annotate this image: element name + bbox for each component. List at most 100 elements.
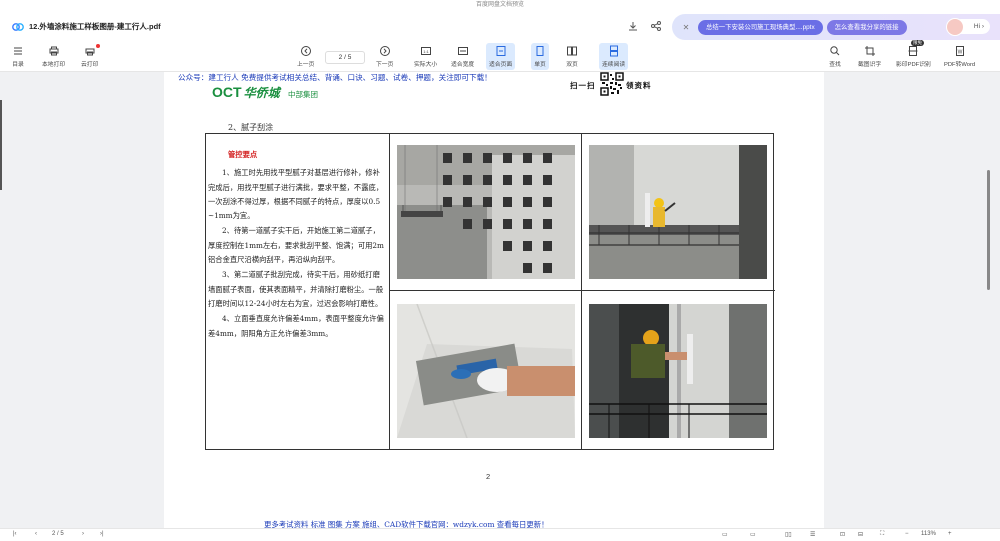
right-margin	[824, 72, 1000, 528]
download-icon[interactable]	[627, 20, 639, 32]
pdf-to-word-button[interactable]: W PDF转Word	[944, 45, 975, 68]
fullscreen-icon[interactable]: ⛶	[880, 531, 884, 538]
free-badge: 限免	[911, 40, 924, 46]
prev-page-label: 上一页	[297, 62, 315, 68]
fit-icon[interactable]: ⊡	[840, 531, 845, 538]
prev-page-button[interactable]: 上一页	[297, 45, 314, 68]
page-number-input[interactable]: 2 / 5	[325, 51, 365, 64]
crop-text-icon	[864, 46, 875, 56]
status-page-indicator[interactable]: 2 / 5	[52, 531, 64, 537]
search-icon	[830, 46, 840, 56]
fit-width-label: 适合宽度	[451, 62, 475, 68]
single-page-label: 单页	[534, 62, 546, 68]
title-bar: 12.外墙涂料施工样板图册-建工行人.pdf ✕ 总结一下安装公司施工现场典型.…	[0, 11, 1000, 42]
search-label: 查找	[829, 62, 841, 68]
single-page-button[interactable]: 单页	[531, 43, 549, 70]
step-1: 1、施工时先用找平型腻子对基层进行修补，修补完成后，用找平型腻子进行满批，要求平…	[208, 168, 384, 221]
logo-cn: 华侨城	[243, 86, 280, 100]
close-icon[interactable]: ✕	[678, 23, 694, 32]
qr-caption-left: 扫一扫	[570, 81, 596, 90]
first-page-icon[interactable]: |‹	[13, 531, 17, 537]
ocr-button[interactable]: 截图识字	[858, 45, 881, 68]
actual-size-button[interactable]: 1:1 实际大小	[414, 45, 437, 68]
next-page-icon[interactable]: ›	[82, 531, 84, 537]
ai-suggestion-chip-2[interactable]: 怎么查看我分享的链接	[826, 19, 907, 35]
left-margin	[0, 72, 164, 528]
scan-pdf-label: 影印PDF识别	[896, 62, 931, 68]
ai-greeting-text: Hi	[973, 23, 981, 30]
list-icon	[14, 47, 22, 55]
scan-document-icon	[908, 46, 918, 56]
fit-width-icon[interactable]: ⊟	[858, 531, 863, 538]
svg-text:W: W	[957, 50, 962, 56]
toc-button[interactable]: 目录	[12, 45, 24, 68]
pdf-page: 公众号：建工行人 免费提供考试相关总结、背诵、口诀、习题、试卷、押题，关注即可下…	[164, 72, 824, 528]
pdf-to-word-label: PDF转Word	[944, 62, 976, 68]
continuous-icon[interactable]: ☰	[810, 531, 815, 538]
toc-label: 目录	[12, 62, 24, 68]
photo-facade-gondola	[397, 145, 575, 279]
page-header-text: 公众号：建工行人 免费提供考试相关总结、背诵、口诀、习题、试卷、押题，关注即可下…	[178, 73, 492, 82]
fit-page-icon	[496, 46, 506, 56]
chevron-right-circle-icon	[379, 46, 390, 56]
single-page-icon	[536, 46, 544, 56]
continuous-reading-button[interactable]: 连续阅读	[599, 43, 629, 70]
sidebar-toggle-handle[interactable]	[0, 100, 2, 190]
status-bar: |‹ ‹ 2 / 5 › ›| ▭ ▭ ▯▯ ☰ ⊡ ⊟ ⛶ − 113% +	[0, 528, 1000, 541]
zoom-in-icon[interactable]: +	[948, 531, 952, 537]
logo-subtitle: 中部集团	[288, 90, 318, 99]
continuous-reading-label: 连续阅读	[602, 62, 626, 68]
qr-code-icon	[600, 72, 624, 96]
double-page-icon[interactable]: ▯▯	[785, 531, 792, 538]
search-button[interactable]: 查找	[829, 45, 841, 68]
document-title: 12.外墙涂料施工样板图册-建工行人.pdf	[29, 22, 161, 31]
ai-assistant-avatar-icon[interactable]	[946, 18, 964, 36]
fit-page-label: 适合页面	[489, 62, 513, 68]
ocr-label: 截图识字	[858, 62, 882, 68]
cloud-print-label: 云打印	[81, 62, 99, 68]
next-page-label: 下一页	[376, 62, 394, 68]
photo-trowel-hand	[397, 304, 575, 438]
layout-icon[interactable]: ▭	[750, 531, 756, 538]
oct-logo: OCT 华侨城	[212, 84, 280, 101]
logo-en: OCT	[212, 84, 242, 100]
baidu-netdisk-logo-icon	[12, 22, 24, 31]
window-caption: 百度网盘文档预览	[0, 0, 1000, 11]
cloud-print-button[interactable]: 云打印	[81, 45, 98, 68]
control-points-title: 管控要点	[228, 150, 258, 159]
continuous-reading-icon	[609, 45, 618, 57]
fit-width-button[interactable]: 适合宽度	[451, 45, 474, 68]
step-4: 4、立面垂直度允许偏差4mm，表面平整度允许偏差4mm，阴阳角方正允许偏差3mm…	[208, 314, 384, 338]
zoom-level[interactable]: 113%	[921, 531, 936, 537]
section-title: 2、腻子刮涂	[228, 123, 274, 132]
photo-worker-roller	[589, 304, 767, 438]
zoom-out-icon[interactable]: −	[905, 531, 909, 537]
double-page-icon	[567, 46, 577, 56]
last-page-icon[interactable]: ›|	[100, 531, 104, 537]
cloud-printer-icon	[85, 48, 95, 56]
scan-pdf-button[interactable]: 影印PDF识别	[896, 45, 931, 68]
photo-worker-gondola	[589, 145, 767, 279]
prev-page-icon[interactable]: ‹	[35, 531, 37, 537]
view-mode-icon[interactable]: ▭	[722, 531, 728, 538]
share-icon[interactable]	[650, 20, 662, 32]
ai-suggestion-bar: ✕ 总结一下安装公司施工现场典型....pptx 怎么查看我分享的链接 Hi ›	[672, 14, 1000, 40]
chevron-left-circle-icon	[300, 46, 311, 56]
vertical-scrollbar[interactable]	[987, 170, 990, 290]
svg-text:1:1: 1:1	[423, 49, 429, 54]
control-points-text: 管控要点 1、施工时先用找平型腻子对基层进行修补，修补完成后，用找平型腻子进行满…	[208, 148, 386, 342]
fit-page-button[interactable]: 适合页面	[486, 43, 516, 70]
page-number: 2	[486, 472, 491, 481]
fit-width-icon	[457, 47, 468, 55]
actual-size-icon: 1:1	[420, 47, 431, 55]
local-print-button[interactable]: 本地打印	[42, 45, 65, 68]
step-2: 2、待第一道腻子实干后，开始施工第二道腻子，厚度控制在1mm左右，要求批刮平整、…	[208, 226, 384, 265]
double-page-button[interactable]: 双页	[566, 45, 578, 68]
printer-icon	[49, 46, 59, 56]
ai-suggestion-chip-1[interactable]: 总结一下安装公司施工现场典型....pptx	[698, 19, 823, 35]
page-footer-text: 更多考试资料 标准 图集 方案 施组、CAD软件下载官网：wdzyk.com 查…	[264, 520, 549, 528]
qr-caption-right: 领资料	[626, 81, 652, 90]
actual-size-label: 实际大小	[414, 62, 438, 68]
next-page-button[interactable]: 下一页	[376, 45, 393, 68]
viewer-toolbar: 目录 本地打印 云打印 上一页 2 / 5 下一页 1:1 实际大小 适合宽度 …	[0, 40, 1000, 72]
